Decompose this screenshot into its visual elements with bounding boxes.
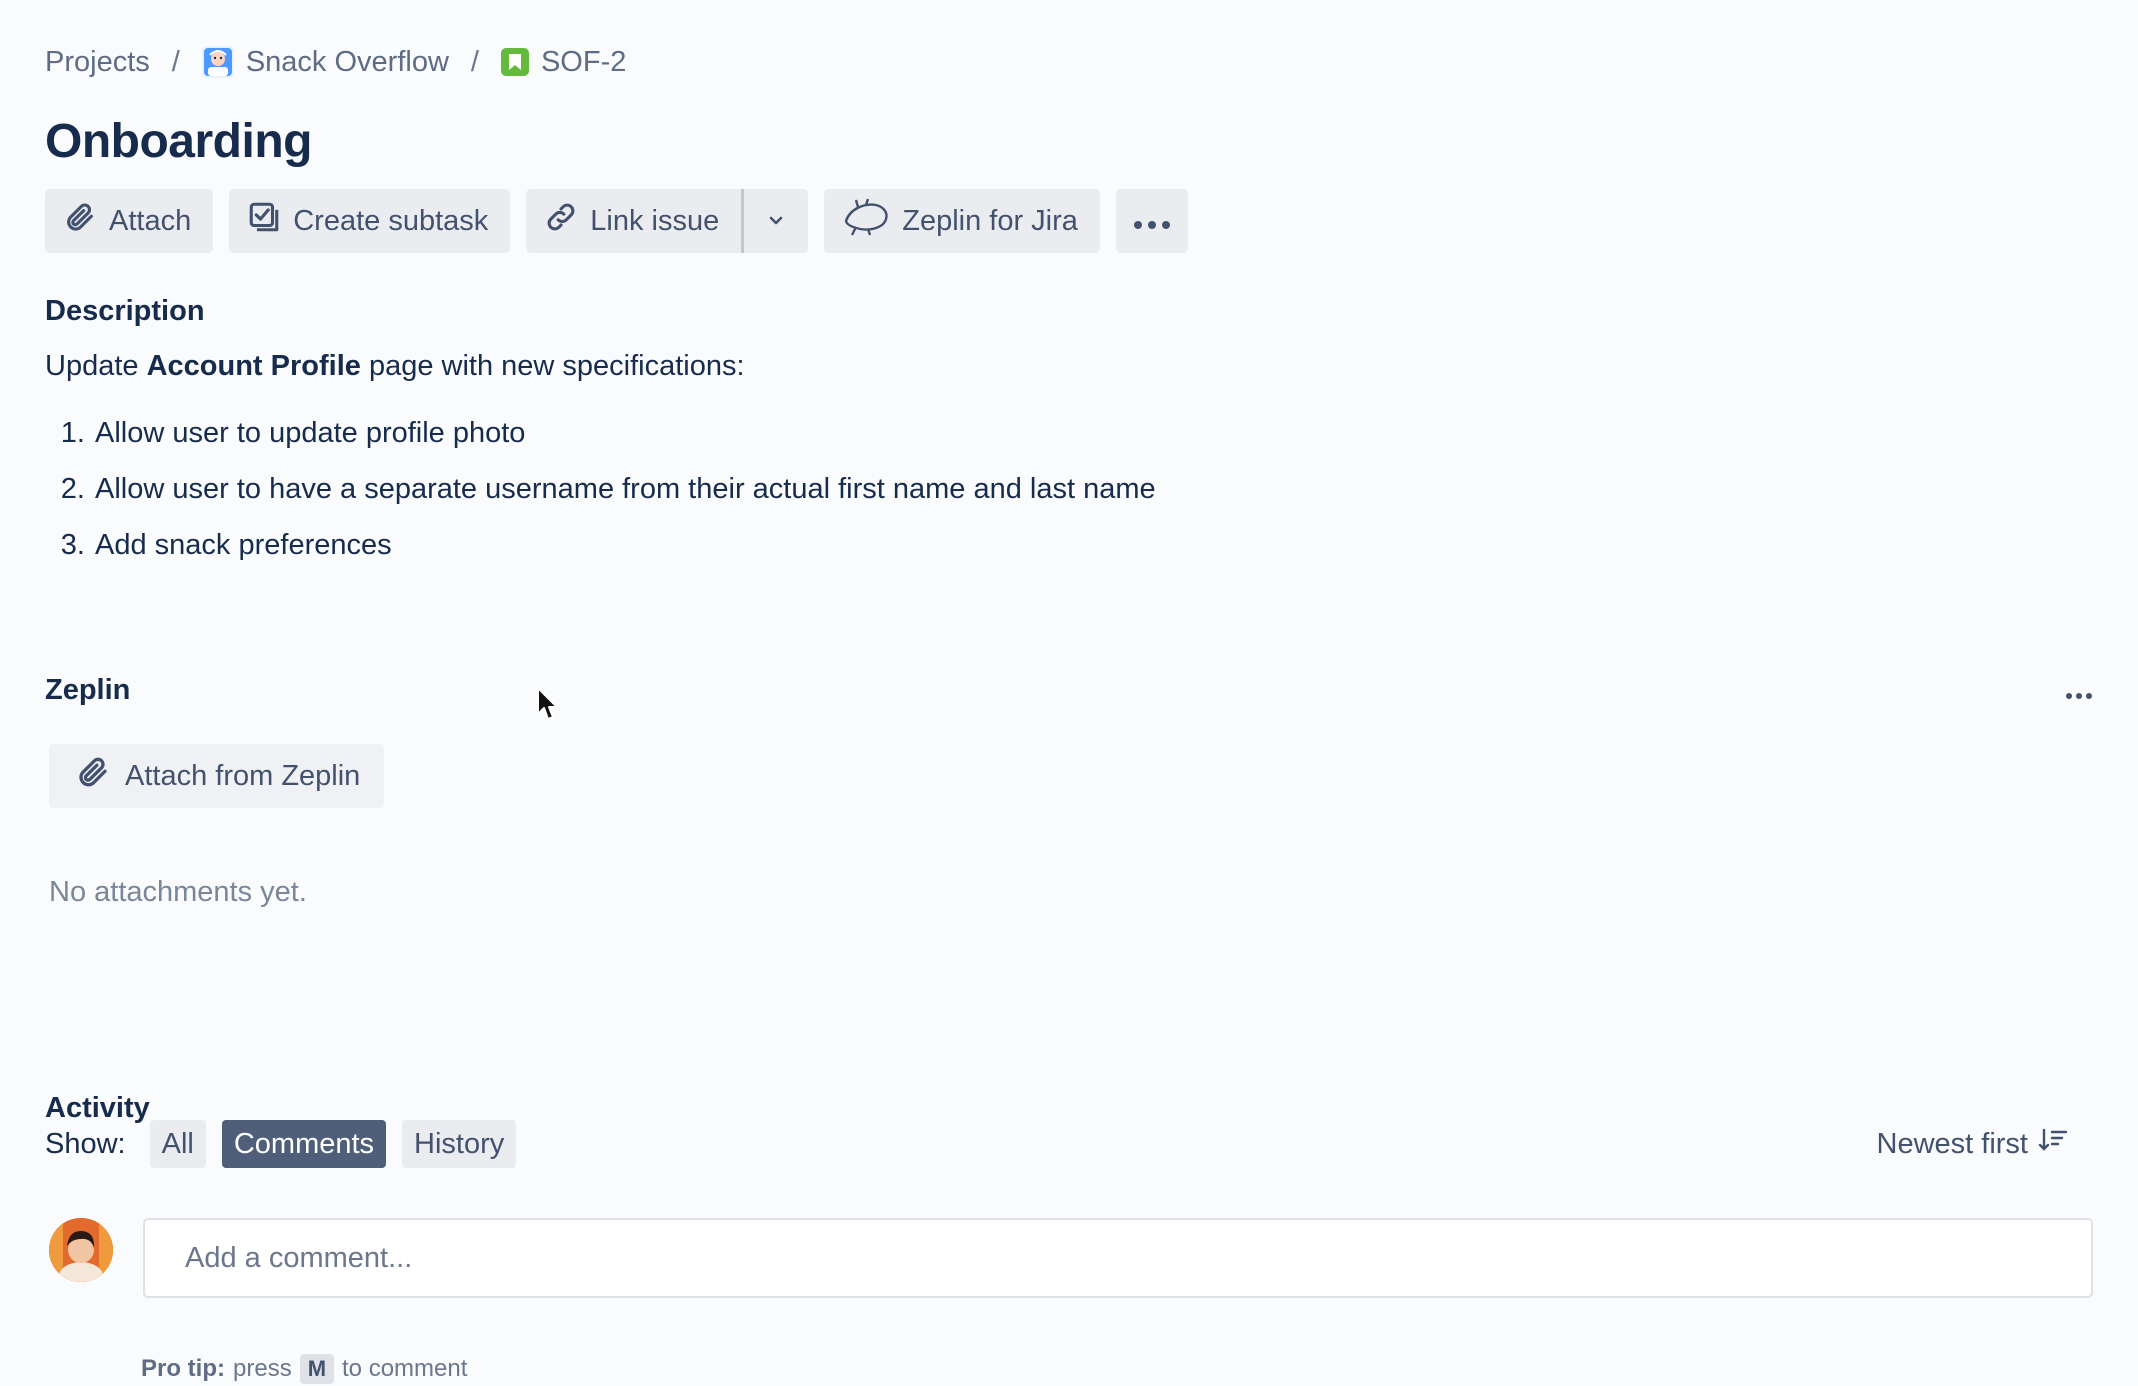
breadcrumb-separator: /: [470, 45, 479, 78]
breadcrumb-separator: /: [171, 45, 180, 78]
description-list-item: Add snack preferences: [93, 525, 2093, 581]
attach-from-zeplin-button[interactable]: Attach from Zeplin: [49, 744, 385, 808]
description-text-before: Update: [45, 350, 147, 382]
zeplin-for-jira-label: Zeplin for Jira: [902, 204, 1078, 237]
paperclip-icon: [63, 200, 97, 242]
link-issue-button[interactable]: Link issue: [526, 189, 742, 253]
pro-tip-press: press: [233, 1355, 292, 1382]
subtask-icon: [247, 200, 281, 242]
description-text[interactable]: Update Account Profile page with new spe…: [45, 350, 2093, 383]
breadcrumb-issue-link[interactable]: SOF-2: [500, 45, 627, 79]
pro-tip: Pro tip: press M to comment: [141, 1354, 467, 1384]
activity-filter-row: Show: All Comments History Newest first: [45, 1120, 2093, 1168]
description-text-after: page with new specifications:: [360, 350, 745, 382]
paperclip-icon: [75, 754, 111, 798]
attach-label: Attach: [109, 204, 192, 237]
filter-all-button[interactable]: All: [149, 1120, 206, 1168]
more-horizontal-icon: [1132, 205, 1172, 238]
description-text-bold: Account Profile: [146, 350, 361, 382]
show-label: Show:: [45, 1127, 126, 1160]
pro-tip-label: Pro tip:: [141, 1355, 225, 1382]
description-list-item: Allow user to update profile photo: [93, 413, 2093, 469]
breadcrumb-projects-label: Projects: [45, 45, 150, 78]
sort-descending-icon: [2038, 1127, 2068, 1161]
filter-history-button[interactable]: History: [402, 1120, 517, 1168]
sort-label: Newest first: [1876, 1127, 2028, 1160]
issue-title[interactable]: Onboarding: [45, 114, 2093, 169]
zeplin-heading: Zeplin: [45, 674, 131, 706]
breadcrumb-projects-link[interactable]: Projects: [45, 46, 150, 79]
project-avatar-icon: [201, 46, 234, 78]
zeplin-icon: [842, 197, 890, 245]
no-attachments-text: No attachments yet.: [49, 876, 307, 908]
sort-order-button[interactable]: Newest first: [1877, 1127, 2068, 1161]
story-icon: [500, 48, 529, 76]
breadcrumb: Projects / Snack Overflow / SOF-2: [45, 40, 2093, 84]
description-heading: Description: [45, 295, 205, 327]
comment-composer: [45, 1218, 2093, 1298]
issue-page: Projects / Snack Overflow / SOF-2 Onboar…: [45, 40, 2093, 1384]
link-issue-dropdown-button[interactable]: [741, 189, 809, 253]
more-actions-button[interactable]: [1115, 189, 1188, 253]
pro-tip-key: M: [299, 1354, 335, 1384]
zeplin-for-jira-button[interactable]: Zeplin for Jira: [824, 189, 1100, 253]
create-subtask-button[interactable]: Create subtask: [229, 189, 511, 253]
attach-from-zeplin-label: Attach from Zeplin: [125, 759, 361, 792]
chevron-down-icon: [766, 205, 786, 238]
attach-button[interactable]: Attach: [45, 189, 214, 253]
user-avatar[interactable]: [49, 1218, 113, 1282]
mouse-pointer-icon: [536, 686, 560, 722]
link-issue-split-button: Link issue: [526, 189, 809, 253]
description-list: Allow user to update profile photo Allow…: [45, 413, 2093, 581]
link-icon: [544, 200, 578, 242]
pro-tip-suffix: to comment: [342, 1355, 468, 1382]
link-issue-label: Link issue: [590, 204, 720, 237]
description-list-item: Allow user to have a separate username f…: [93, 469, 2093, 525]
breadcrumb-project-link[interactable]: Snack Overflow: [201, 45, 449, 79]
breadcrumb-issue-key: SOF-2: [540, 45, 627, 78]
comment-input[interactable]: [143, 1218, 2093, 1298]
breadcrumb-project-label: Snack Overflow: [245, 45, 449, 78]
zeplin-more-icon[interactable]: [2065, 675, 2093, 707]
filter-comments-button[interactable]: Comments: [221, 1120, 387, 1168]
create-subtask-label: Create subtask: [293, 204, 489, 237]
zeplin-section-header: Zeplin: [45, 674, 2093, 707]
issue-toolbar: Attach Create subtask Link issue Zeplin …: [45, 189, 2093, 253]
